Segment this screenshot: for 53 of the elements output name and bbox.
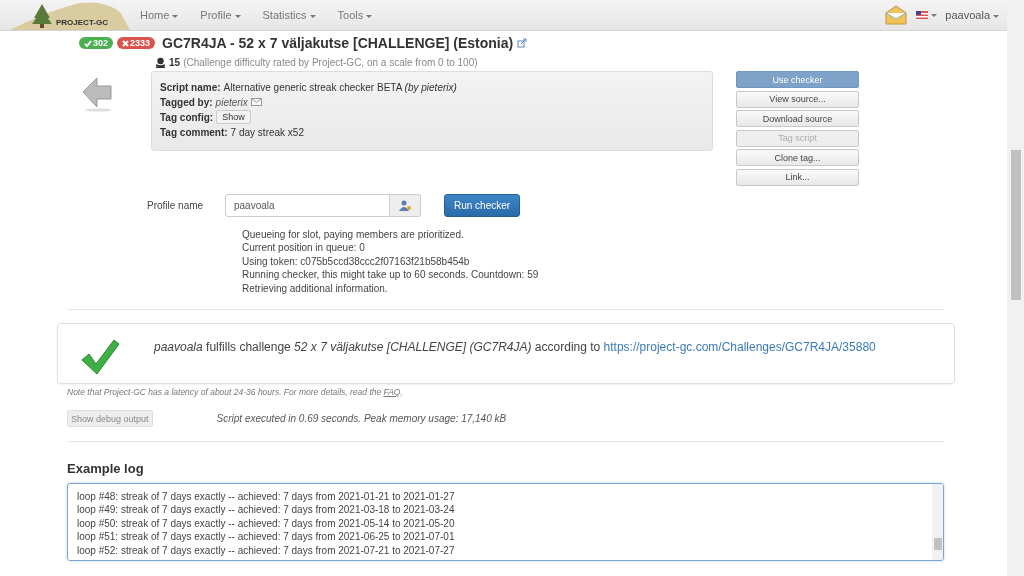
log-line: loop #49: streak of 7 days exactly -- achieved: 7 days from 2021-03-18 to 2021-03-24 <box>77 503 456 517</box>
debug-output-button[interactable]: Show debug output <box>67 410 153 427</box>
skull-icon <box>155 57 166 68</box>
execution-stats: Script executed in 0.69 seconds. Peak memory usage: 17,140 kB <box>216 413 507 424</box>
status-line: Queueing for slot, paying members are prioritized. <box>242 227 465 241</box>
nav-menu-item[interactable]: Statistics <box>262 9 316 21</box>
action-button[interactable]: Download source <box>736 110 859 127</box>
show-button[interactable]: Show <box>216 110 251 124</box>
log-line: loop #48: streak of 7 days exactly -- achieved: 7 days from 2021-01-21 to 2021-01-27 <box>77 489 456 503</box>
script-info-value: 7 day streak x52 <box>230 126 304 138</box>
status-line: Using token: c075b5ccd38ccc2f07163f21b58b454b <box>242 254 471 268</box>
challenge-link[interactable]: https://project-gc.com/Challenges/GC7R4JA/35880 <box>603 340 876 354</box>
section-heading: Example log <box>67 461 145 476</box>
action-button[interactable]: Use checker <box>736 71 859 88</box>
logo-text: PROJECT-GC <box>56 18 108 27</box>
dnf-badge: 2333 <box>117 37 156 49</box>
mail-icon <box>250 98 262 106</box>
script-info-label: Tag comment: <box>160 126 228 138</box>
action-button[interactable]: View source... <box>736 90 859 108</box>
user-link[interactable]: pieterix <box>215 96 248 108</box>
difficulty-note: (Challenge difficulty rated by Project-GC, on a scale from 0 to 100) <box>183 57 478 68</box>
status-line: Running checker, this might take up to 60 seconds. Countdown: 59 <box>242 268 540 282</box>
latency-note: Note that Project-GC has a latency of about 24-36 hours. For more details, read the FAQ. <box>67 387 404 397</box>
challenge-title: GC7R4JA - 52 x 7 väljakutse [CHALLENGE] (Estonia) <box>162 35 514 51</box>
profile-name-field[interactable]: paavoala <box>225 193 390 217</box>
external-link-icon[interactable] <box>517 38 528 48</box>
nav-menu-item[interactable]: Home <box>140 9 179 21</box>
difficulty-rating: 15 <box>169 57 181 68</box>
user-lookup-button[interactable] <box>390 193 421 217</box>
found-badge: 302 <box>79 37 114 49</box>
profile-name-label: Profile name <box>147 199 205 211</box>
result-message: paavoala fulfills challenge 52 x 7 väljakutse [CHALLENGE] (GC7R4JA) according to https://project-gc.com/Challenges/GC7R4JA/35880 <box>154 340 876 354</box>
action-button[interactable]: Link... <box>736 168 859 186</box>
status-line: Current position in queue: 0 <box>242 241 366 255</box>
script-info-value: Alternative generic streak checker BETA (by pieterix) <box>223 81 457 93</box>
language-menu[interactable] <box>916 11 938 19</box>
script-info-label: Tag config: <box>160 111 214 123</box>
log-line: loop #50: streak of 7 days exactly -- achieved: 7 days from 2021-05-14 to 2021-05-20 <box>77 516 456 530</box>
script-info-label: Tagged by: <box>160 96 213 108</box>
logo-icon <box>10 0 130 30</box>
nav-menu-item[interactable]: Profile <box>200 9 241 21</box>
back-arrow-icon[interactable] <box>81 76 113 112</box>
log-line: loop #51: streak of 7 days exactly -- achieved: 7 days from 2021-06-25 to 2021-07-01 <box>77 530 456 544</box>
user-menu[interactable]: paavoala <box>945 9 999 21</box>
run-checker-button[interactable]: Run checker <box>444 193 521 217</box>
user-icon <box>399 199 411 211</box>
log-line: loop #52: streak of 7 days exactly -- achieved: 7 days from 2021-07-21 to 2021-07-27 <box>77 543 456 557</box>
example-log-textarea[interactable] <box>67 483 944 561</box>
script-info-label: Script name: <box>160 81 221 93</box>
envelope-icon[interactable] <box>884 4 909 26</box>
status-line: Retrieving additional information. <box>242 281 389 295</box>
nav-menu-item[interactable]: Tools <box>337 9 373 21</box>
action-button[interactable]: Clone tag... <box>736 149 859 166</box>
